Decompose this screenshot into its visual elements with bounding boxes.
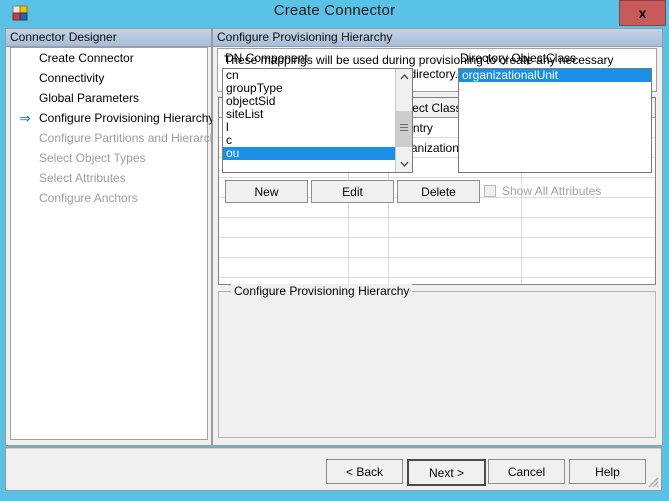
dn-component-label: DN Component [225, 51, 308, 65]
sidebar-item-label: Configure Anchors [39, 191, 138, 205]
main-pane: Configure Provisioning Hierarchy These m… [212, 28, 663, 446]
dn-component-items: cn groupType objectSid siteList l c ou [223, 69, 395, 172]
table-row-empty[interactable] [219, 257, 655, 278]
table-row-empty[interactable] [219, 217, 655, 238]
grid-cell-empty[interactable] [388, 257, 522, 278]
dn-component-scrollbar[interactable] [395, 69, 412, 172]
sidebar-item-select-object-types: Select Object Types [11, 148, 207, 168]
sidebar-item-label: Select Object Types [39, 151, 146, 165]
directory-objectclass-listbox[interactable]: organizationalUnit [458, 68, 652, 173]
directory-objectclass-items: organizationalUnit [459, 69, 651, 82]
grid-cell-empty[interactable] [521, 277, 655, 284]
current-step-arrow-icon: ⇒ [19, 110, 31, 126]
list-item[interactable]: ou [223, 147, 395, 160]
list-item[interactable]: organizationalUnit [459, 69, 651, 82]
table-row-empty[interactable] [219, 237, 655, 258]
sidebar-item-configure-anchors: Configure Anchors [11, 188, 207, 208]
dialog-footer: < Back Next > Cancel Help [5, 447, 662, 491]
sidebar-nav-list: Create Connector Connectivity Global Param… [10, 47, 232, 440]
connector-designer-pane: Connector Designer Create Connector Conne… [5, 28, 232, 446]
sidebar-item-select-attributes: Select Attributes [11, 168, 207, 188]
list-item[interactable]: l [223, 121, 395, 134]
main-header: Configure Provisioning Hierarchy [213, 29, 662, 47]
sidebar-item-label: Select Attributes [39, 171, 126, 185]
sidebar-item-label: Configure Provisioning Hierarchy [39, 111, 215, 125]
dialog-window: Create Connector x Connector Designer Cr… [0, 0, 669, 501]
chevron-down-icon[interactable] [396, 156, 412, 172]
show-all-attributes-checkbox[interactable] [484, 185, 496, 197]
grid-cell-empty[interactable] [219, 237, 349, 258]
grid-cell-empty[interactable] [521, 197, 655, 218]
help-button[interactable]: Help [569, 459, 646, 484]
sidebar-item-label: Create Connector [39, 51, 134, 65]
next-button[interactable]: Next > [407, 459, 486, 486]
sidebar-item-configure-partitions-and-hierarchies: Configure Partitions and Hierarchies [11, 128, 232, 148]
grid-cell-empty[interactable] [521, 237, 655, 258]
footer-separator [6, 448, 661, 449]
title-bar: Create Connector x [0, 0, 669, 26]
sidebar-item-connectivity[interactable]: Connectivity [11, 68, 207, 88]
cancel-button[interactable]: Cancel [488, 459, 565, 484]
sidebar-item-create-connector[interactable]: Create Connector [11, 48, 207, 68]
dn-component-listbox[interactable]: cn groupType objectSid siteList l c ou [222, 68, 413, 173]
grid-cell-empty[interactable] [348, 237, 389, 258]
sidebar-item-label: Connectivity [39, 71, 105, 85]
grid-cell-empty[interactable] [388, 217, 522, 238]
grid-cell-empty[interactable] [219, 257, 349, 278]
groupbox-legend: Configure Provisioning Hierarchy [231, 284, 413, 298]
sidebar-item-label: Global Parameters [39, 91, 140, 105]
scrollbar-grip-icon [400, 124, 408, 133]
grid-cell-empty[interactable] [521, 217, 655, 238]
grid-cell-empty[interactable] [521, 257, 655, 278]
edit-button[interactable]: Edit [311, 180, 394, 203]
show-all-attributes-label: Show All Attributes [502, 184, 602, 198]
delete-button[interactable]: Delete [397, 180, 480, 203]
close-button[interactable]: x [619, 0, 666, 26]
directory-objectclass-label: Directory ObjectClass [460, 51, 577, 65]
sidebar-header: Connector Designer [6, 29, 211, 47]
sidebar-item-configure-provisioning-hierarchy[interactable]: ⇒ Configure Provisioning Hierarchy [11, 108, 214, 128]
window-title: Create Connector [273, 2, 396, 19]
resize-grip-icon[interactable] [645, 474, 659, 488]
grid-cell-empty[interactable] [348, 217, 389, 238]
sidebar-item-label: Configure Partitions and Hierarchies [39, 131, 232, 145]
grid-cell-empty[interactable] [219, 217, 349, 238]
scrollbar-thumb[interactable] [396, 111, 412, 147]
list-item[interactable]: siteList [223, 108, 395, 121]
provisioning-hierarchy-groupbox: Configure Provisioning Hierarchy [218, 284, 656, 438]
new-button[interactable]: New [225, 180, 308, 203]
grid-cell-empty[interactable] [348, 257, 389, 278]
back-button[interactable]: < Back [326, 459, 403, 484]
chevron-up-icon[interactable] [396, 69, 412, 85]
grid-cell-empty[interactable] [388, 237, 522, 258]
list-item[interactable]: c [223, 134, 395, 147]
sidebar-item-global-parameters[interactable]: Global Parameters [11, 88, 207, 108]
